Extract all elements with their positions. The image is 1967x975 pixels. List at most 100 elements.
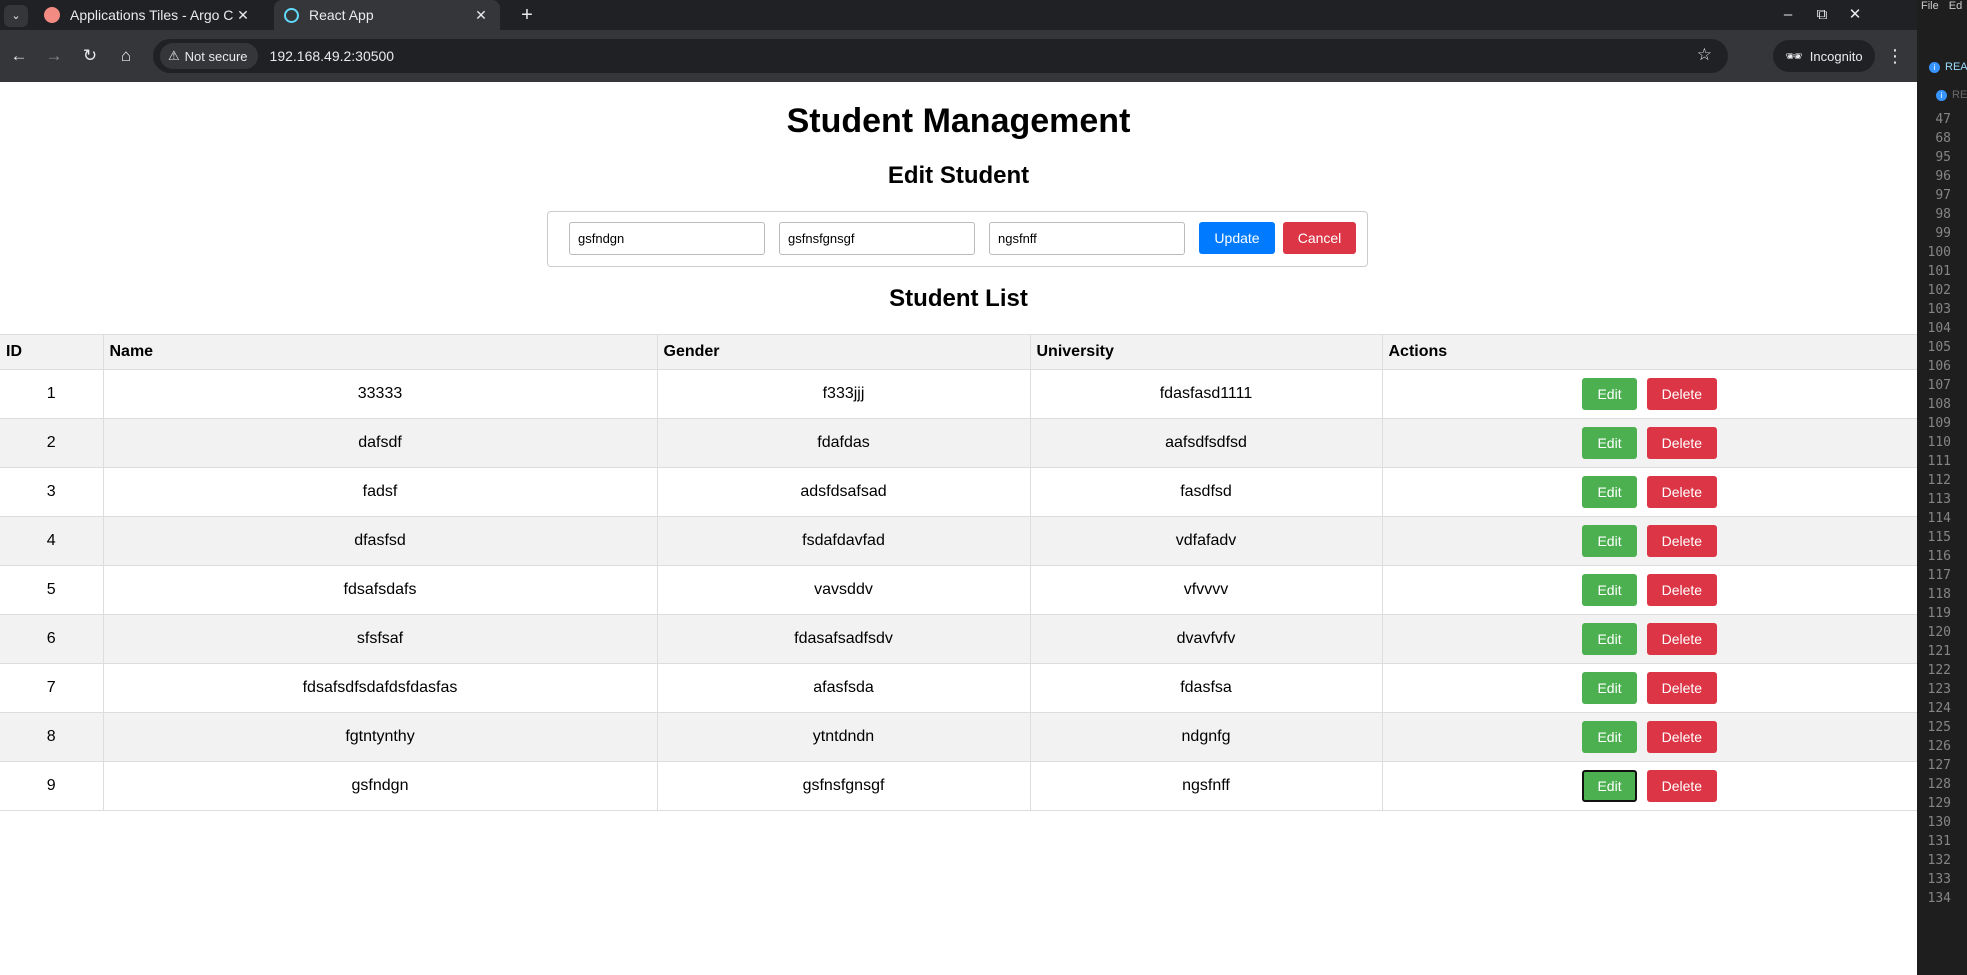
line-number: 116: [1927, 549, 1951, 564]
edit-button[interactable]: Edit: [1582, 574, 1637, 606]
edit-button[interactable]: Edit: [1582, 770, 1637, 802]
tab-title: React App: [309, 7, 374, 23]
edit-button[interactable]: Edit: [1582, 623, 1637, 655]
forward-button[interactable]: →: [41, 43, 67, 69]
delete-button[interactable]: Delete: [1646, 476, 1718, 508]
cell-university: vdfafadv: [1030, 516, 1383, 566]
delete-button[interactable]: Delete: [1646, 721, 1718, 753]
table-row: 6 sfsfsaf fdasafsadfsdv dvavfvfv Edit Delete: [0, 614, 1917, 664]
close-tab-icon[interactable]: ✕: [472, 6, 490, 24]
cell-id: 8: [0, 712, 104, 762]
line-number: 96: [1935, 169, 1951, 184]
line-number: 134: [1927, 891, 1951, 906]
line-number: 119: [1927, 606, 1951, 621]
update-button[interactable]: Update: [1199, 222, 1275, 254]
tab-search-button[interactable]: ⌄: [4, 5, 28, 27]
line-number: 120: [1927, 625, 1951, 640]
browser-toolbar: ← → ↻ ⌂ ⚠ Not secure 192.168.49.2:30500 …: [0, 30, 1917, 82]
reload-button[interactable]: ↻: [77, 43, 103, 69]
cell-id: 7: [0, 663, 104, 713]
edit-button[interactable]: Edit: [1582, 721, 1637, 753]
cancel-button[interactable]: Cancel: [1283, 222, 1356, 254]
column-header-university: University: [1030, 334, 1383, 370]
browser-menu-button[interactable]: ⋮: [1882, 43, 1908, 69]
cell-actions: Edit Delete: [1382, 369, 1917, 419]
incognito-indicator[interactable]: 🕶 Incognito: [1773, 40, 1875, 72]
tab-react-app[interactable]: React App ✕: [274, 0, 500, 30]
table-row: 5 fdsafsdafs vavsddv vfvvvv Edit Delete: [0, 565, 1917, 615]
cell-actions: Edit Delete: [1382, 516, 1917, 566]
tab-argo-cd[interactable]: Applications Tiles - Argo CD ✕: [34, 0, 262, 30]
line-number: 113: [1927, 492, 1951, 507]
editor-tab[interactable]: i REA: [1929, 61, 1967, 79]
menu-file[interactable]: File: [1921, 0, 1939, 14]
edit-button[interactable]: Edit: [1582, 427, 1637, 459]
home-button[interactable]: ⌂: [113, 43, 139, 69]
security-indicator[interactable]: ⚠ Not secure: [160, 43, 258, 69]
cell-gender: adsfdsafsad: [657, 467, 1031, 517]
argo-icon: [44, 7, 60, 23]
line-number: 101: [1927, 264, 1951, 279]
university-input[interactable]: [989, 222, 1185, 255]
edit-student-heading: Edit Student: [887, 162, 1030, 189]
delete-button[interactable]: Delete: [1646, 623, 1718, 655]
delete-button[interactable]: Delete: [1646, 770, 1718, 802]
delete-button[interactable]: Delete: [1646, 427, 1718, 459]
line-numbers: 47 68 95 96 97 98 99 100 101 102 103 104 105 106 107 10…: [1917, 110, 1951, 908]
line-number: 97: [1935, 188, 1951, 203]
line-number: 121: [1927, 644, 1951, 659]
minimize-button[interactable]: –: [1777, 4, 1799, 26]
editor-menubar: File Ed: [1917, 0, 1967, 14]
line-number: 108: [1927, 397, 1951, 412]
student-list-heading: Student List: [889, 285, 1028, 312]
line-number: 130: [1927, 815, 1951, 830]
new-tab-button[interactable]: +: [516, 4, 538, 26]
delete-button[interactable]: Delete: [1646, 672, 1718, 704]
cell-id: 2: [0, 418, 104, 468]
incognito-label: Incognito: [1809, 48, 1863, 64]
edit-button[interactable]: Edit: [1582, 476, 1637, 508]
cell-name: fgtntynthy: [103, 712, 658, 762]
restore-button[interactable]: ⧉: [1811, 4, 1833, 26]
tab-title: Applications Tiles - Argo CD: [70, 7, 234, 23]
cell-gender: ytntdndn: [657, 712, 1031, 762]
cell-university: fdasfsa: [1030, 663, 1383, 713]
name-input[interactable]: [569, 222, 765, 255]
close-window-button[interactable]: ✕: [1844, 4, 1866, 26]
close-tab-icon[interactable]: ✕: [234, 6, 252, 24]
url-text[interactable]: 192.168.49.2:30500: [270, 48, 395, 64]
delete-button[interactable]: Delete: [1646, 378, 1718, 410]
menu-edit[interactable]: Ed: [1949, 0, 1962, 14]
table-row: 3 fadsf adsfdsafsad fasdfsd Edit Delete: [0, 467, 1917, 517]
cell-name: 33333: [103, 369, 658, 419]
line-number: 100: [1927, 245, 1951, 260]
edit-button[interactable]: Edit: [1582, 672, 1637, 704]
cell-gender: fdafdas: [657, 418, 1031, 468]
delete-button[interactable]: Delete: [1646, 525, 1718, 557]
cell-id: 1: [0, 369, 104, 419]
edit-button[interactable]: Edit: [1582, 378, 1637, 410]
cell-gender: fdasafsadfsdv: [657, 614, 1031, 664]
edit-button[interactable]: Edit: [1582, 525, 1637, 557]
gender-input[interactable]: [779, 222, 975, 255]
cell-university: fasdfsd: [1030, 467, 1383, 517]
cell-university: aafsdfsdfsd: [1030, 418, 1383, 468]
info-icon: i: [1929, 62, 1940, 73]
back-button[interactable]: ←: [6, 43, 32, 69]
info-icon: i: [1936, 90, 1947, 101]
line-number: 132: [1927, 853, 1951, 868]
cell-actions: Edit Delete: [1382, 761, 1917, 811]
line-number: 109: [1927, 416, 1951, 431]
cell-id: 6: [0, 614, 104, 664]
delete-button[interactable]: Delete: [1646, 574, 1718, 606]
address-bar[interactable]: ⚠ Not secure 192.168.49.2:30500 ☆: [153, 39, 1728, 73]
code-editor-panel: File Ed i REA i RE 47 68 95 96 97 98 99 100 101 102…: [1917, 0, 1967, 975]
line-number: 117: [1927, 568, 1951, 583]
cell-id: 3: [0, 467, 104, 517]
cell-university: dvavfvfv: [1030, 614, 1383, 664]
line-number: 68: [1935, 131, 1951, 146]
cell-university: fdasfasd1111: [1030, 369, 1383, 419]
bookmark-star-icon[interactable]: ☆: [1697, 45, 1712, 65]
line-number: 112: [1927, 473, 1951, 488]
cell-actions: Edit Delete: [1382, 614, 1917, 664]
